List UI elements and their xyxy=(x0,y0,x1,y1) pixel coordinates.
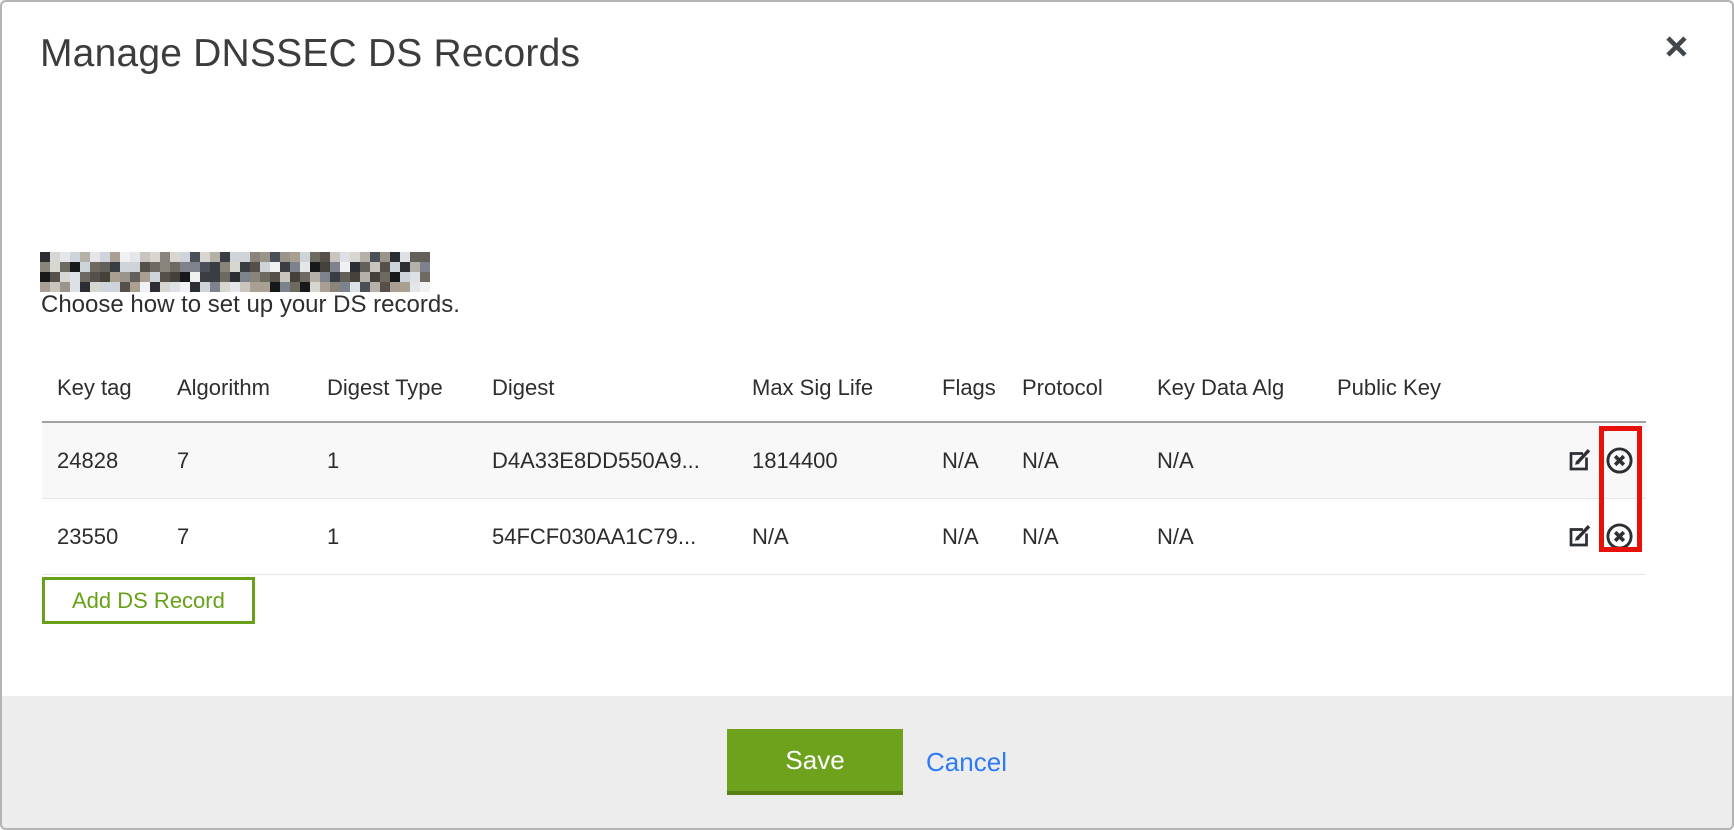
column-header-digest: Digest xyxy=(492,357,752,422)
add-ds-record-button[interactable]: Add DS Record xyxy=(42,577,255,624)
column-header-protocol: Protocol xyxy=(1022,357,1157,422)
ds-records-table: Key tag Algorithm Digest Type Digest Max… xyxy=(42,357,1646,575)
dialog-title: Manage DNSSEC DS Records xyxy=(40,32,580,76)
edit-pencil-square-icon xyxy=(1566,538,1593,553)
cell-key-tag: 24828 xyxy=(42,422,177,499)
cell-algorithm: 7 xyxy=(177,422,327,499)
cell-flags: N/A xyxy=(942,499,1022,575)
cell-max-sig-life: 1814400 xyxy=(752,422,942,499)
cell-digest-type: 1 xyxy=(327,499,492,575)
table-row: 24828 7 1 D4A33E8DD550A9... 1814400 N/A … xyxy=(42,422,1646,499)
edit-pencil-square-icon xyxy=(1566,462,1593,477)
save-button[interactable]: Save xyxy=(727,729,903,795)
cell-digest: D4A33E8DD550A9... xyxy=(492,422,752,499)
column-header-actions xyxy=(1559,357,1646,422)
table-row: 23550 7 1 54FCF030AA1C79... N/A N/A N/A … xyxy=(42,499,1646,575)
cell-max-sig-life: N/A xyxy=(752,499,942,575)
cell-protocol: N/A xyxy=(1022,499,1157,575)
delete-record-button[interactable] xyxy=(1605,446,1634,475)
delete-record-button[interactable] xyxy=(1605,522,1634,551)
cell-algorithm: 7 xyxy=(177,499,327,575)
cell-key-data-alg: N/A xyxy=(1157,422,1337,499)
column-header-algorithm: Algorithm xyxy=(177,357,327,422)
column-header-digest-type: Digest Type xyxy=(327,357,492,422)
cell-flags: N/A xyxy=(942,422,1022,499)
circle-x-delete-icon xyxy=(1605,463,1634,478)
manage-dnssec-dialog: Manage DNSSEC DS Records Choose how to s… xyxy=(0,0,1734,830)
edit-record-button[interactable] xyxy=(1566,447,1593,474)
instruction-text: Choose how to set up your DS records. xyxy=(41,291,460,319)
redacted-domain-name xyxy=(40,252,430,292)
column-header-max-sig-life: Max Sig Life xyxy=(752,357,942,422)
close-button[interactable] xyxy=(1658,28,1694,64)
cell-key-data-alg: N/A xyxy=(1157,499,1337,575)
cell-public-key xyxy=(1337,422,1559,499)
cell-public-key xyxy=(1337,499,1559,575)
edit-record-button[interactable] xyxy=(1566,523,1593,550)
column-header-flags: Flags xyxy=(942,357,1022,422)
table-header-row: Key tag Algorithm Digest Type Digest Max… xyxy=(42,357,1646,422)
column-header-public-key: Public Key xyxy=(1337,357,1559,422)
column-header-key-data-alg: Key Data Alg xyxy=(1157,357,1337,422)
cell-digest: 54FCF030AA1C79... xyxy=(492,499,752,575)
column-header-key-tag: Key tag xyxy=(42,357,177,422)
cancel-link[interactable]: Cancel xyxy=(926,747,1007,778)
circle-x-delete-icon xyxy=(1605,539,1634,554)
cell-key-tag: 23550 xyxy=(42,499,177,575)
cell-protocol: N/A xyxy=(1022,422,1157,499)
dialog-footer: Save Cancel xyxy=(2,696,1732,828)
cell-digest-type: 1 xyxy=(327,422,492,499)
close-x-icon xyxy=(1661,31,1692,62)
